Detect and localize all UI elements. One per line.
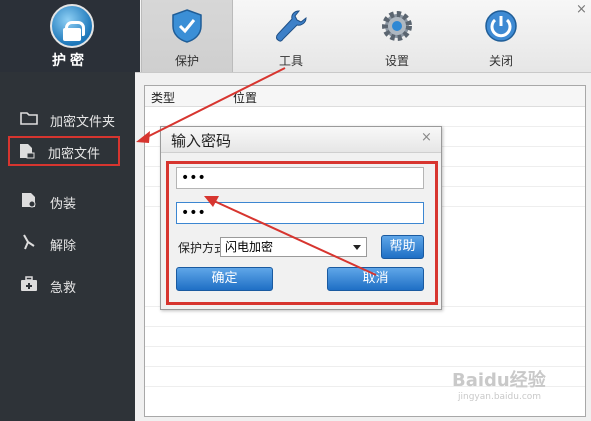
dialog-titlebar[interactable]: 输入密码 ×: [161, 127, 441, 153]
folder-icon: [20, 112, 38, 125]
table-row: [145, 326, 585, 327]
tab-protect-label: 保护: [174, 54, 199, 68]
wrench-icon: [276, 10, 307, 42]
column-header-location[interactable]: 位置: [233, 89, 257, 106]
annotation-highlight-box: [166, 161, 438, 305]
first-aid-icon: [21, 276, 37, 291]
column-header-type[interactable]: 类型: [151, 89, 175, 106]
table-row: [145, 346, 585, 347]
window-close-button[interactable]: ×: [576, 2, 587, 17]
sidebar-item-disguise[interactable]: 伪装: [10, 186, 130, 216]
sidebar-item-label: 急救: [50, 281, 77, 296]
watermark-logo: Baidu经验: [452, 370, 546, 391]
sidebar: 加密文件夹 加密文件 伪装 解除 急救: [0, 72, 135, 421]
disguise-icon: [22, 193, 36, 208]
tab-tools-label: 工具: [278, 54, 303, 68]
tab-tools[interactable]: 工具: [246, 0, 336, 72]
dialog-title: 输入密码: [171, 132, 232, 150]
tab-close-label: 关闭: [488, 54, 513, 68]
file-lock-icon: [20, 144, 35, 159]
tab-settings-label: 设置: [384, 54, 409, 68]
tab-close[interactable]: 关闭: [456, 0, 546, 72]
tab-settings[interactable]: 设置: [352, 0, 442, 72]
sidebar-item-release[interactable]: 解除: [10, 228, 130, 258]
gear-icon: [382, 11, 412, 41]
power-icon: [485, 10, 517, 42]
table-header: 类型 位置: [145, 86, 585, 107]
dialog-close-button[interactable]: ×: [421, 130, 432, 145]
tab-protect[interactable]: 保护: [141, 0, 233, 72]
top-toolbar: 护密 保护 工具 设置 关闭 ×: [0, 0, 591, 73]
sidebar-item-label: 加密文件: [48, 147, 101, 162]
unlock-icon: [23, 234, 35, 250]
sidebar-item-label: 加密文件夹: [50, 115, 116, 130]
app-name: 护密: [52, 53, 88, 69]
sidebar-item-label: 伪装: [50, 197, 77, 212]
sidebar-item-encrypt-folder[interactable]: 加密文件夹: [10, 104, 130, 134]
sidebar-item-rescue[interactable]: 急救: [10, 270, 130, 300]
watermark-url: jingyan.baidu.com: [458, 392, 542, 402]
lock-shield-icon: [50, 4, 94, 48]
shield-icon: [172, 9, 202, 43]
app-logo: 护密: [0, 0, 140, 72]
sidebar-item-encrypt-file[interactable]: 加密文件: [8, 136, 120, 166]
sidebar-item-label: 解除: [50, 239, 77, 254]
